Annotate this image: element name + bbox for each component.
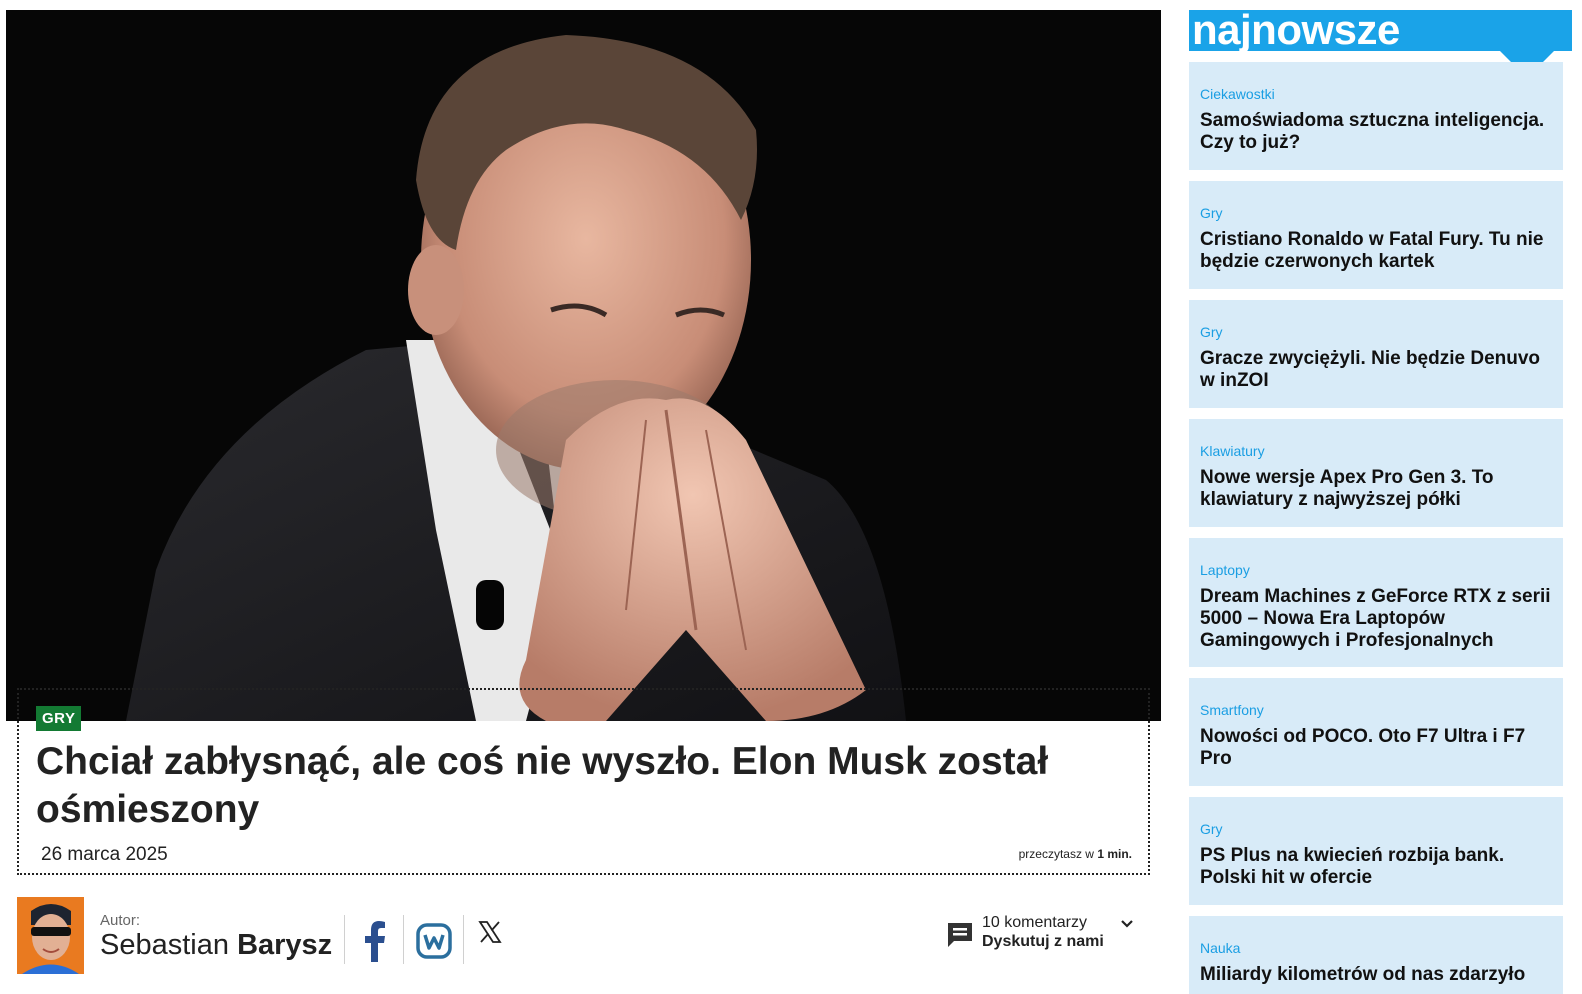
category-badge[interactable]: GRY xyxy=(36,706,82,731)
news-item[interactable]: Gry PS Plus na kwiecień rozbija bank. Po… xyxy=(1189,797,1563,905)
news-category[interactable]: Klawiatury xyxy=(1200,442,1551,460)
author-last-name: Barysz xyxy=(237,929,333,961)
news-title[interactable]: Cristiano Ronaldo w Fatal Fury. Tu nie b… xyxy=(1200,229,1551,273)
article-title: Chciał zabłysnąć, ale coś nie wyszło. El… xyxy=(36,740,1049,831)
news-category[interactable]: Gry xyxy=(1200,820,1551,838)
comment-icon xyxy=(948,923,972,947)
news-category[interactable]: Nauka xyxy=(1200,939,1551,957)
news-category[interactable]: Laptopy xyxy=(1200,561,1551,579)
news-title[interactable]: Nowości od POCO. Oto F7 Ultra i F7 Pro xyxy=(1200,726,1551,770)
wykop-icon xyxy=(416,923,452,959)
news-item[interactable]: Nauka Miliardy kilometrów od nas zdarzył… xyxy=(1189,916,1563,994)
author-label: Autor: xyxy=(100,912,141,929)
news-title[interactable]: Gracze zwyciężyli. Nie będzie Denuvo w i… xyxy=(1200,348,1551,392)
read-time-prefix: przeczytasz w xyxy=(1018,847,1094,861)
author-name[interactable]: Sebastian Barysz xyxy=(100,929,332,962)
news-category[interactable]: Smartfony xyxy=(1200,701,1551,719)
news-title[interactable]: Dream Machines z GeForce RTX z serii 500… xyxy=(1200,586,1551,652)
news-item[interactable]: Gry Gracze zwyciężyli. Nie będzie Denuvo… xyxy=(1189,300,1563,408)
comments-count: 10 komentarzy xyxy=(982,914,1087,931)
news-category[interactable]: Gry xyxy=(1200,204,1551,222)
x-share-button[interactable] xyxy=(478,920,502,950)
article-date: 26 marca 2025 xyxy=(41,844,168,865)
news-item[interactable]: Smartfony Nowości od POCO. Oto F7 Ultra … xyxy=(1189,678,1563,786)
news-item[interactable]: Klawiatury Nowe wersje Apex Pro Gen 3. T… xyxy=(1189,419,1563,527)
news-title[interactable]: PS Plus na kwiecień rozbija bank. Polski… xyxy=(1200,845,1551,889)
news-item[interactable]: Laptopy Dream Machines z GeForce RTX z s… xyxy=(1189,538,1563,667)
divider xyxy=(403,915,404,964)
x-icon xyxy=(478,921,502,943)
facebook-share-button[interactable] xyxy=(361,918,387,962)
news-category[interactable]: Gry xyxy=(1200,323,1551,341)
news-category[interactable]: Ciekawostki xyxy=(1200,85,1551,103)
news-item[interactable]: Gry Cristiano Ronaldo w Fatal Fury. Tu n… xyxy=(1189,181,1563,289)
news-item[interactable]: Ciekawostki Samoświadoma sztuczna inteli… xyxy=(1189,62,1563,170)
author-avatar[interactable] xyxy=(17,897,84,974)
divider xyxy=(463,915,464,964)
news-title[interactable]: Miliardy kilometrów od nas zdarzyło xyxy=(1200,964,1551,986)
read-time-value: 1 min. xyxy=(1097,847,1132,861)
comments-cta: Dyskutuj z nami xyxy=(982,933,1104,950)
sidebar-title: najnowsze xyxy=(1192,6,1400,53)
author-first-name: Sebastian xyxy=(100,929,229,961)
hero-image xyxy=(6,10,1161,721)
chevron-down-icon xyxy=(1121,920,1133,928)
hero-photo xyxy=(6,10,1161,721)
news-title[interactable]: Samoświadoma sztuczna inteligencja. Czy … xyxy=(1200,110,1551,154)
facebook-icon xyxy=(365,921,385,962)
wykop-share-button[interactable] xyxy=(416,923,452,964)
divider xyxy=(344,915,345,964)
news-title[interactable]: Nowe wersje Apex Pro Gen 3. To klawiatur… xyxy=(1200,467,1551,511)
avatar-icon xyxy=(17,897,84,974)
sidebar-header: najnowsze xyxy=(1189,6,1572,53)
read-time: przeczytasz w 1 min. xyxy=(1019,847,1132,861)
